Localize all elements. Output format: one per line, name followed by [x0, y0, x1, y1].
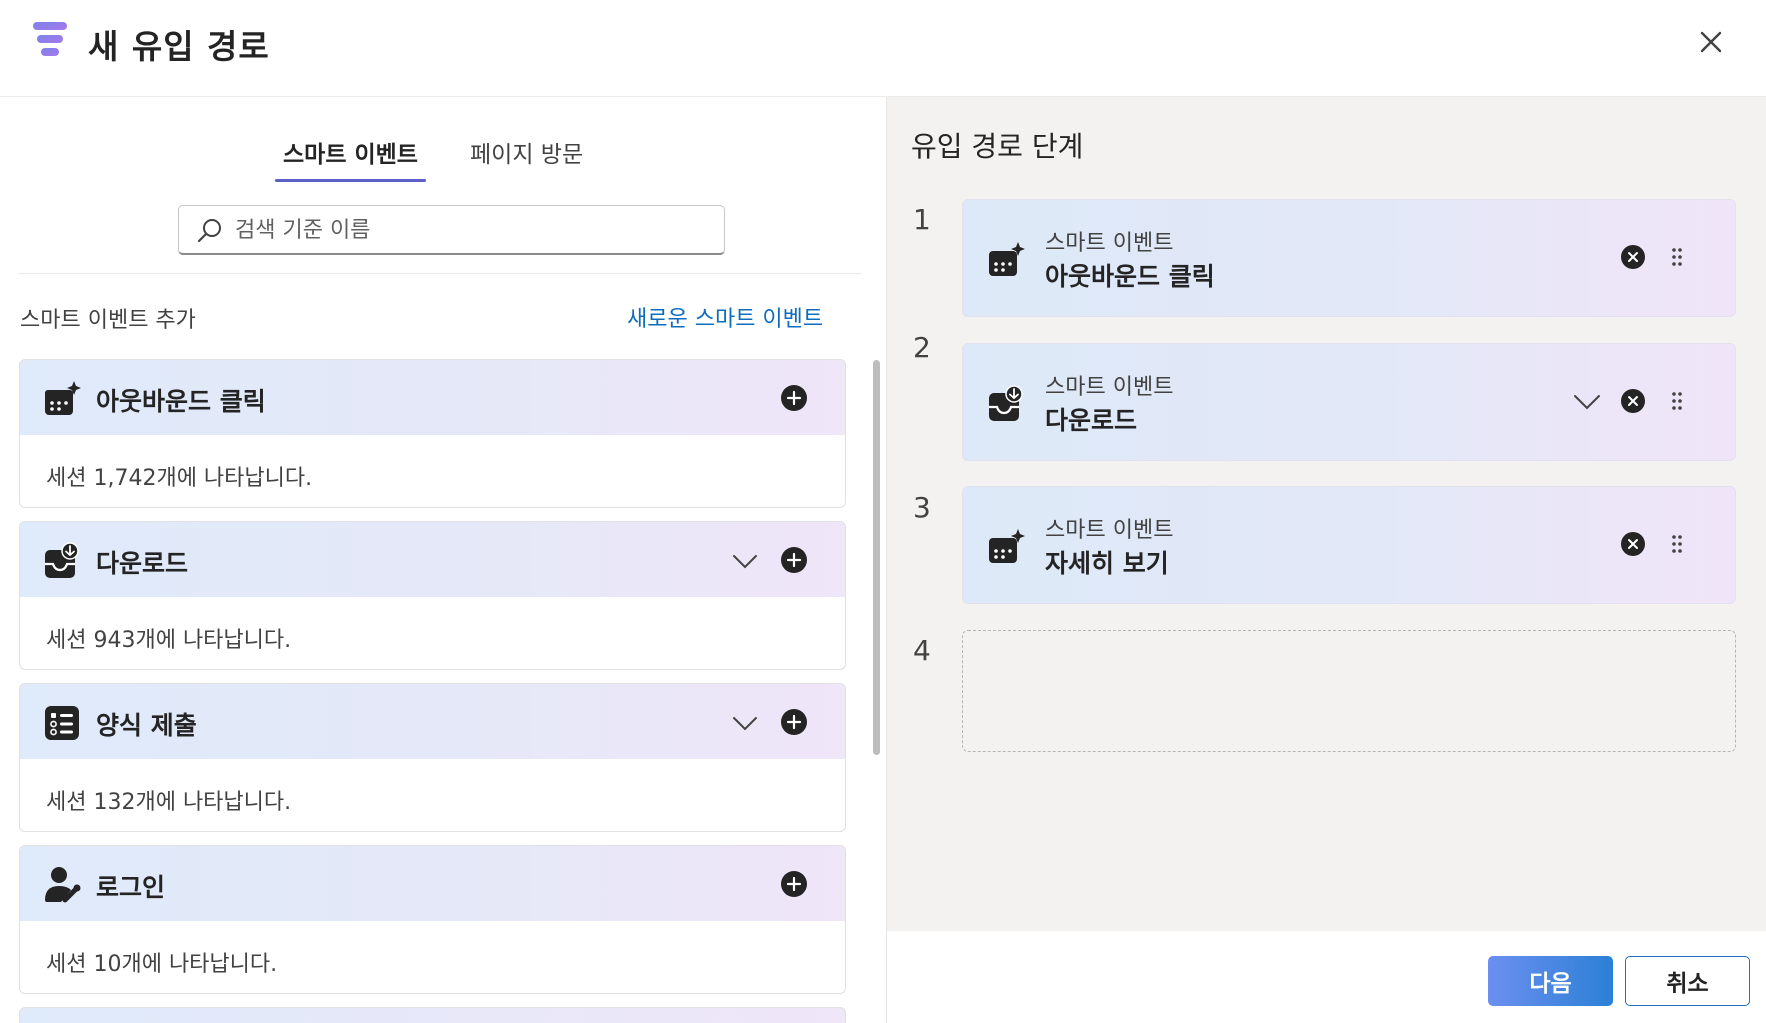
event-card-title: 다운로드 — [96, 549, 189, 578]
step-category: 스마트 이벤트 — [1045, 231, 1174, 256]
event-picker-panel: 스마트 이벤트 페이지 방문 스마트 이벤트 추가 새로운 스마트 이벤트 아웃… — [0, 97, 885, 1023]
step-category: 스마트 이벤트 — [1045, 518, 1174, 543]
add-circle-icon[interactable] — [780, 384, 808, 412]
step-title: 자세히 보기 — [1045, 549, 1169, 578]
dialog-footer: 다음 취소 — [886, 931, 1766, 1023]
event-card-sessions: 세션 1,742개에 나타납니다. — [46, 466, 313, 491]
next-button[interactable]: 다음 — [1488, 956, 1613, 1006]
remove-circle-icon[interactable] — [1620, 531, 1646, 557]
event-card-partial — [19, 1007, 846, 1023]
scrollbar-thumb[interactable] — [873, 360, 880, 755]
add-circle-icon[interactable] — [780, 708, 808, 736]
funnel-step-3[interactable]: 스마트 이벤트 자세히 보기 — [962, 486, 1736, 604]
tab-smart-events[interactable]: 스마트 이벤트 — [275, 135, 426, 183]
step-number: 4 — [913, 634, 931, 667]
remove-circle-icon[interactable] — [1620, 244, 1646, 270]
download-box-icon — [45, 542, 79, 578]
chevron-down-icon[interactable] — [1571, 385, 1603, 417]
event-card-download[interactable]: 다운로드 세션 943개에 나타납니다. — [19, 521, 846, 670]
calendar-sparkle-icon — [45, 381, 81, 415]
step-category: 스마트 이벤트 — [1045, 375, 1174, 400]
calendar-sparkle-icon — [989, 529, 1025, 563]
funnel-step-1[interactable]: 스마트 이벤트 아웃바운드 클릭 — [962, 199, 1736, 317]
funnel-steps-title: 유입 경로 단계 — [911, 130, 1084, 163]
remove-circle-icon[interactable] — [1620, 388, 1646, 414]
add-circle-icon[interactable] — [780, 870, 808, 898]
search-input[interactable] — [235, 214, 705, 246]
event-card-form-submit[interactable]: 양식 제출 세션 132개에 나타납니다. — [19, 683, 846, 832]
download-box-icon — [989, 385, 1023, 421]
drag-handle-icon[interactable] — [1670, 390, 1684, 412]
funnel-icon — [33, 22, 67, 56]
event-card-title: 로그인 — [96, 873, 166, 902]
drag-handle-icon[interactable] — [1670, 246, 1684, 268]
search-box[interactable] — [178, 205, 725, 255]
divider — [18, 273, 862, 274]
event-card-title: 양식 제출 — [96, 711, 197, 740]
step-number: 3 — [913, 491, 931, 524]
chevron-down-icon[interactable] — [730, 708, 760, 738]
step-title: 다운로드 — [1045, 406, 1138, 435]
calendar-sparkle-icon — [989, 242, 1025, 276]
event-card-sessions: 세션 943개에 나타납니다. — [46, 628, 292, 653]
event-card-header: 양식 제출 — [20, 684, 845, 759]
step-number: 1 — [913, 203, 931, 236]
chevron-down-icon[interactable] — [730, 546, 760, 576]
funnel-steps-panel: 유입 경로 단계 1 스마트 이벤트 아웃바운드 클릭 2 스마트 이벤트 다운… — [886, 97, 1766, 931]
event-card-sessions: 세션 10개에 나타납니다. — [46, 952, 278, 977]
event-card-header: 다운로드 — [20, 522, 845, 597]
tab-page-visits[interactable]: 페이지 방문 — [470, 135, 583, 183]
dialog-title: 새 유입 경로 — [88, 27, 270, 66]
step-title: 아웃바운드 클릭 — [1045, 262, 1215, 291]
event-card-title: 아웃바운드 클릭 — [96, 387, 266, 416]
search-icon — [197, 219, 221, 243]
form-icon — [45, 706, 79, 740]
dialog-header: 새 유입 경로 — [0, 0, 1766, 97]
person-key-icon — [45, 867, 81, 903]
event-card-login[interactable]: 로그인 세션 10개에 나타납니다. — [19, 845, 846, 994]
section-label: 스마트 이벤트 추가 — [20, 308, 196, 333]
event-card-outbound-click[interactable]: 아웃바운드 클릭 세션 1,742개에 나타납니다. — [19, 359, 846, 508]
event-card-header: 아웃바운드 클릭 — [20, 360, 845, 435]
funnel-step-2[interactable]: 스마트 이벤트 다운로드 — [962, 343, 1736, 461]
close-icon[interactable] — [1693, 24, 1729, 60]
step-number: 2 — [913, 331, 931, 364]
event-card-sessions: 세션 132개에 나타납니다. — [46, 790, 292, 815]
drag-handle-icon[interactable] — [1670, 533, 1684, 555]
empty-step-dropzone[interactable] — [962, 630, 1736, 752]
add-circle-icon[interactable] — [780, 546, 808, 574]
new-smart-event-link[interactable]: 새로운 스마트 이벤트 — [627, 301, 823, 333]
event-card-header: 로그인 — [20, 846, 845, 921]
cancel-button[interactable]: 취소 — [1625, 956, 1750, 1006]
